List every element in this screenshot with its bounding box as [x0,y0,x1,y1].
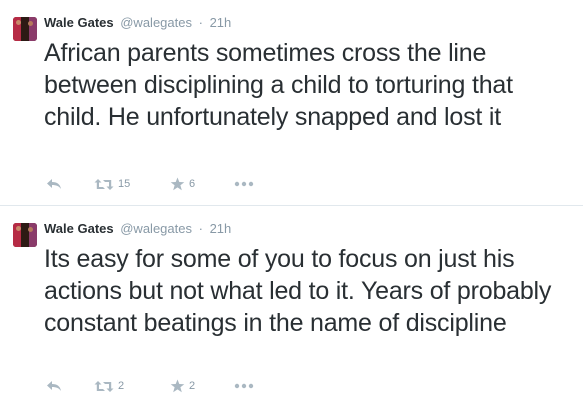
tweet-header: Wale Gates @walegates · 21h [44,221,231,237]
separator: · [198,221,203,236]
tweet-text: African parents sometimes cross the line… [44,39,513,131]
tweet-actions: 2 2 [44,378,304,394]
star-icon [170,379,185,393]
tweet-feed: Wale Gates @walegates · 21h African pare… [0,0,583,410]
reply-icon [47,179,61,189]
retweet-icon [94,178,114,190]
retweet-count: 15 [118,178,131,190]
favorite-count: 2 [189,380,196,392]
tweet-header: Wale Gates @walegates · 21h [44,15,231,31]
more-icon [234,383,254,389]
tweet[interactable]: Wale Gates @walegates · 21h Its easy for… [0,206,583,410]
author-handle[interactable]: @walegates [120,221,192,236]
favorite-count: 6 [189,178,196,190]
tweet-actions: 15 6 [44,176,304,192]
author-name[interactable]: Wale Gates [44,221,114,236]
retweet-count: 2 [118,380,125,392]
timestamp[interactable]: 21h [210,15,232,30]
reply-button[interactable] [46,378,62,394]
retweet-icon [94,380,114,392]
retweet-button[interactable]: 15 [94,176,130,192]
more-button[interactable] [234,176,254,192]
favorite-button[interactable]: 2 [170,378,195,394]
retweet-button[interactable]: 2 [94,378,124,394]
star-icon [170,177,185,191]
author-name[interactable]: Wale Gates [44,15,114,30]
more-icon [234,181,254,187]
tweet-text: Its easy for some of you to focus on jus… [44,245,552,337]
favorite-button[interactable]: 6 [170,176,195,192]
avatar[interactable] [13,17,37,41]
more-button[interactable] [234,378,254,394]
separator: · [198,15,203,30]
tweet[interactable]: Wale Gates @walegates · 21h African pare… [0,0,583,206]
timestamp[interactable]: 21h [210,221,232,236]
reply-icon [47,381,61,391]
avatar[interactable] [13,223,37,247]
author-handle[interactable]: @walegates [120,15,192,30]
reply-button[interactable] [46,176,62,192]
